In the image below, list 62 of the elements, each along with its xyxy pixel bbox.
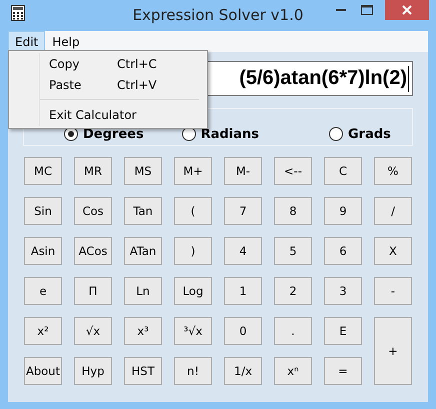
keypad-button[interactable]: 1 xyxy=(224,277,262,305)
keypad-button[interactable]: MC xyxy=(24,157,62,185)
keypad-button[interactable]: Sin xyxy=(24,197,62,225)
keypad-button[interactable]: E xyxy=(324,317,362,345)
keypad-button[interactable]: Hyp xyxy=(74,357,112,385)
keypad-button[interactable]: - xyxy=(374,277,412,305)
keypad-button[interactable]: / xyxy=(374,197,412,225)
calculator-icon xyxy=(10,5,26,21)
menu-item[interactable]: Help xyxy=(45,31,87,52)
keypad-button[interactable]: √x xyxy=(74,317,112,345)
radio-label: Radians xyxy=(200,126,260,142)
keypad-button[interactable]: ATan xyxy=(124,237,162,265)
maximize-icon xyxy=(361,5,373,15)
keypad-button[interactable]: <-- xyxy=(274,157,312,185)
shortcut-label: Ctrl+V xyxy=(117,78,158,92)
radio-label: Degrees xyxy=(83,126,144,142)
keypad-button[interactable]: e xyxy=(24,277,62,305)
close-button[interactable] xyxy=(385,0,429,20)
keypad-button[interactable]: ) xyxy=(174,237,212,265)
keypad-button[interactable]: Cos xyxy=(74,197,112,225)
keypad-button[interactable]: X xyxy=(374,237,412,265)
menu-item[interactable]: Edit xyxy=(8,31,46,52)
keypad-button[interactable]: ³√x xyxy=(174,317,212,345)
keypad-button[interactable]: 1/x xyxy=(224,357,262,385)
keypad-button[interactable]: Log xyxy=(174,277,212,305)
keypad-button[interactable]: 9 xyxy=(324,197,362,225)
keypad-button[interactable]: . xyxy=(274,317,312,345)
keypad-button[interactable]: = xyxy=(324,357,362,385)
keypad-button[interactable]: 2 xyxy=(274,277,312,305)
keypad-button[interactable]: HST xyxy=(124,357,162,385)
radio-label: Grads xyxy=(348,126,391,142)
keypad-button[interactable]: 7 xyxy=(224,197,262,225)
window-title: Expression Solver v1.0 xyxy=(132,6,304,24)
keypad-button[interactable]: About xyxy=(24,357,62,385)
close-icon xyxy=(402,5,412,15)
keypad-button[interactable]: MR xyxy=(74,157,112,185)
keypad-button[interactable]: 4 xyxy=(224,237,262,265)
keypad-button[interactable]: n! xyxy=(174,357,212,385)
keypad-button[interactable]: 6 xyxy=(324,237,362,265)
keypad-button[interactable]: C xyxy=(324,157,362,185)
keypad-button[interactable]: Asin xyxy=(24,237,62,265)
keypad-button[interactable]: ( xyxy=(174,197,212,225)
keypad-button[interactable]: MS xyxy=(124,157,162,185)
keypad-button[interactable]: x³ xyxy=(124,317,162,345)
keypad-button[interactable]: x² xyxy=(24,317,62,345)
keypad-button[interactable]: 0 xyxy=(224,317,262,345)
menu-item[interactable]: Paste xyxy=(49,78,82,92)
keypad-button[interactable]: ACos xyxy=(74,237,112,265)
keypad-button[interactable]: M- xyxy=(224,157,262,185)
keypad-button[interactable]: Ln xyxy=(124,277,162,305)
menu-item[interactable]: Exit Calculator xyxy=(49,108,136,122)
keypad-button[interactable]: Π xyxy=(74,277,112,305)
keypad-button[interactable]: M+ xyxy=(174,157,212,185)
minimize-icon xyxy=(336,9,346,11)
keypad-button[interactable]: 5 xyxy=(274,237,312,265)
keypad-button[interactable]: Tan xyxy=(124,197,162,225)
radio-button[interactable] xyxy=(329,127,344,141)
keypad-button[interactable]: + xyxy=(374,317,412,385)
keypad-button[interactable]: xⁿ xyxy=(274,357,312,385)
keypad-button[interactable]: 3 xyxy=(324,277,362,305)
keypad-button[interactable]: 8 xyxy=(274,197,312,225)
keypad-button[interactable]: % xyxy=(374,157,412,185)
